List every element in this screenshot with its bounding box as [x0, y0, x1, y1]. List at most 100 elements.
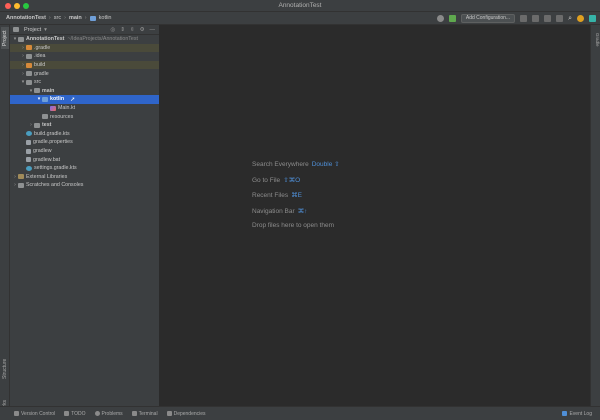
chevron-right-icon: › [84, 15, 87, 21]
warning-icon [94, 411, 100, 416]
terminal-icon [131, 411, 137, 416]
tool-todo[interactable]: TODO [64, 411, 86, 417]
editor-area[interactable]: Search Everywhere Double ⇧ Go to File ⇧⌘O … [161, 25, 590, 406]
batch-file-icon [26, 157, 31, 163]
tree-item-label: resources [50, 113, 74, 120]
stop-icon[interactable] [556, 15, 564, 22]
tree-item-build[interactable]: › build [10, 60, 159, 70]
tree-item-scratches[interactable]: › Scratches and Consoles [10, 181, 159, 190]
collapse-all-icon[interactable]: ⇳ [130, 27, 135, 33]
tab-gradle[interactable]: Gradle [592, 33, 600, 51]
hammer-build-icon[interactable] [448, 15, 456, 22]
tool-terminal[interactable]: Terminal [131, 411, 158, 417]
chevron-right-icon: › [64, 15, 66, 21]
tool-problems[interactable]: Problems [94, 411, 123, 417]
hint-search-everywhere: Search Everywhere Double ⇧ [252, 160, 340, 168]
run-icon[interactable] [520, 15, 528, 22]
breadcrumb-src[interactable]: src [54, 15, 61, 21]
right-tool-strip: Gradle [590, 25, 600, 406]
event-log-icon [562, 411, 568, 416]
tab-structure[interactable]: Structure [1, 355, 9, 379]
hint-shortcut: ⌘↑ [297, 208, 308, 215]
breadcrumb-project[interactable]: AnnotationTest [6, 15, 46, 21]
tree-item-main[interactable]: ▾ main [10, 87, 159, 96]
breadcrumb-kotlin[interactable]: kotlin [99, 15, 112, 21]
tree-item-gradle-properties[interactable]: gradle.properties [10, 138, 159, 147]
tree-item-resources[interactable]: resources [10, 112, 159, 121]
tree-item-settings-gradle-kts[interactable]: settings.gradle.kts [10, 164, 159, 173]
folder-icon [26, 71, 32, 77]
hint-shortcut: ⌘E [291, 192, 302, 199]
tree-item-label: main [42, 87, 55, 94]
tree-item-gradlew[interactable]: gradlew [10, 147, 159, 156]
tool-dependencies[interactable]: Dependencies [166, 410, 206, 417]
tree-item-main-kt[interactable]: Main.kt [10, 104, 159, 113]
hint-drop-files: Drop files here to open them [252, 222, 334, 229]
window-title: AnnotationTest [278, 2, 322, 9]
tree-item-gradle[interactable]: › gradle [10, 69, 159, 78]
tree-item-label: build [34, 62, 46, 69]
tree-item-label: .gradle [34, 44, 51, 51]
hide-panel-icon[interactable]: — [150, 27, 156, 33]
project-panel: Project ▾ ◎ ⇕ ⇳ ⚙ — ▾ AnnotationTest ~/I… [10, 25, 160, 406]
dependencies-icon [166, 411, 172, 416]
hint-shortcut: ⇧⌘O [283, 177, 301, 184]
folder-icon [26, 79, 32, 85]
tree-item-idea[interactable]: › .idea [10, 52, 159, 61]
hint-recent-files: Recent Files ⌘E [252, 191, 302, 199]
tree-item-kotlin[interactable]: ▾ kotlin ➚ [10, 95, 159, 104]
tree-item-gradlew-bat[interactable]: gradlew.bat [10, 155, 159, 164]
tree-item-external-libraries[interactable]: › External Libraries [10, 173, 159, 182]
gear-icon[interactable]: ⚙ [140, 27, 145, 33]
search-icon[interactable]: ⌕ [568, 15, 572, 23]
project-view-selector[interactable]: Project [24, 27, 41, 33]
select-opened-file-icon[interactable]: ◎ [111, 27, 116, 33]
tree-item-root[interactable]: ▾ AnnotationTest ~/IdeaProjects/Annotati… [10, 35, 159, 44]
tree-item-label: build.gradle.kts [34, 130, 70, 137]
debug-icon[interactable] [532, 15, 540, 22]
tree-item-label: .idea [34, 53, 46, 60]
breadcrumb-main[interactable]: main [69, 15, 82, 21]
expand-all-icon[interactable]: ⇕ [120, 27, 125, 33]
tab-project[interactable]: Project [1, 27, 9, 49]
breadcrumb: AnnotationTest › src › main › kotlin [6, 15, 111, 21]
tree-item-label: settings.gradle.kts [34, 165, 77, 172]
toolbar-right: Add Configuration... ⌕ [436, 14, 596, 23]
project-tree: ▾ AnnotationTest ~/IdeaProjects/Annotati… [10, 35, 159, 190]
tool-label: Version Control [21, 410, 56, 417]
tree-item-label: kotlin [50, 96, 65, 103]
user-icon[interactable] [436, 15, 444, 22]
folder-icon [34, 122, 40, 128]
tool-event-log[interactable]: Event Log [562, 411, 600, 417]
hint-text: Recent Files [252, 192, 289, 199]
tree-item-path: ~/IdeaProjects/AnnotationTest [67, 36, 138, 43]
ide-update-icon[interactable] [577, 15, 584, 22]
kotlin-file-icon [50, 105, 56, 111]
coverage-icon[interactable] [544, 15, 552, 22]
hint-text: Go to File [252, 177, 281, 184]
tool-version-control[interactable]: Version Control [14, 411, 55, 417]
tool-label: Dependencies [173, 410, 206, 417]
jetbrains-logo-icon[interactable] [589, 15, 596, 22]
tree-item-label: gradle.properties [33, 139, 73, 146]
tree-item-test[interactable]: › test [10, 121, 159, 130]
tree-item-src[interactable]: ▾ src [10, 78, 159, 87]
source-folder-icon [89, 15, 96, 21]
project-view-icon [13, 27, 19, 32]
hint-text: Drop files here to open them [252, 222, 335, 229]
hint-text: Navigation Bar [252, 208, 295, 215]
tree-item-label: gradlew.bat [33, 156, 61, 163]
tree-item-build-gradle-kts[interactable]: build.gradle.kts [10, 130, 159, 139]
add-configuration-button[interactable]: Add Configuration... [460, 14, 516, 23]
navigation-bar: AnnotationTest › src › main › kotlin Add… [0, 12, 600, 25]
tree-item-label: Scratches and Consoles [26, 182, 84, 189]
tree-item-label: src [34, 79, 42, 86]
left-tool-strip: Project Structure Bookmarks [0, 25, 10, 420]
module-folder-icon [18, 36, 24, 42]
chevron-down-icon[interactable]: ▾ [44, 27, 47, 33]
tree-item-gradle-dir[interactable]: › .gradle [10, 43, 159, 53]
tree-item-label: test [42, 122, 52, 129]
tree-item-label: AnnotationTest [26, 36, 65, 43]
title-bar: AnnotationTest [0, 0, 600, 12]
tree-item-label: gradlew [33, 148, 52, 155]
